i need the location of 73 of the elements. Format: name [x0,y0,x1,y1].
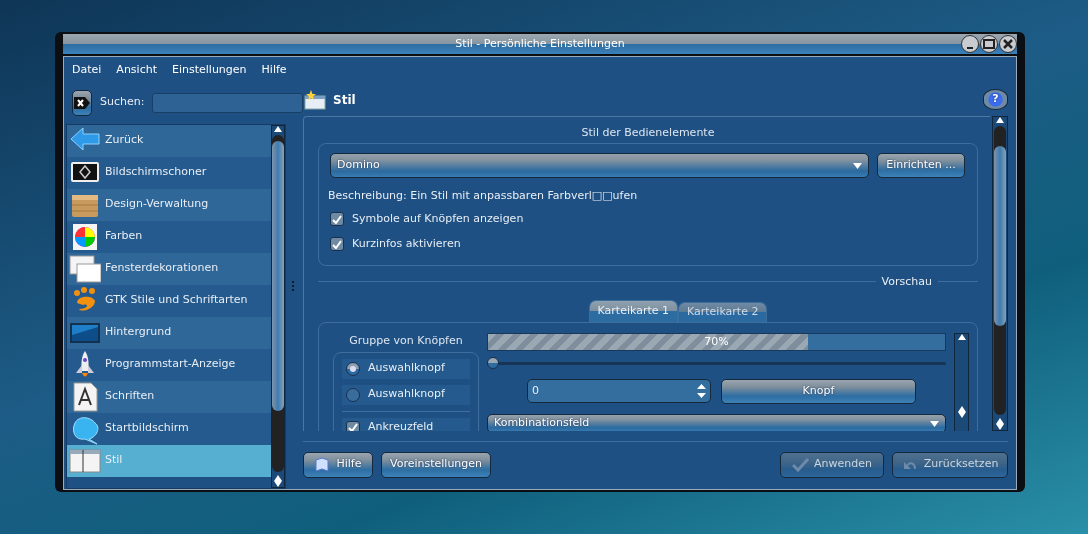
checkbox[interactable] [346,420,360,431]
scroll-down-arrow-icon [957,412,966,418]
minimize-icon[interactable] [961,35,979,53]
sidebar-item[interactable]: Startbildschirm [67,412,271,445]
checkmark-icon [348,423,358,431]
sidebar-item[interactable]: GTK Stile und Schriftarten [67,284,271,317]
window-title: Stil - Persönliche Einstellungen [455,35,625,52]
scroll-down-arrow-icon [274,481,282,487]
checkbox[interactable] [330,237,344,251]
checkbox-label: Symbole auf Knöpfen anzeigen [352,210,524,227]
menu-item[interactable]: Hilfe [261,62,287,79]
sidebar-item[interactable]: Schriften [67,380,271,413]
radio-button[interactable] [346,361,360,376]
dropdown-arrow-icon [930,420,939,427]
scroll-up-arrow-icon [274,475,282,481]
scroll-up-arrow-icon [996,116,1004,123]
combo-box[interactable]: Kombinationsfeld [487,414,946,431]
sidebar-item[interactable]: Design-Verwaltung [67,188,271,221]
sidebar-item[interactable]: Bildschirmschoner [67,156,271,189]
sidebar-item[interactable]: Programmstart-Anzeige [67,348,271,381]
group-title: Stil der Bedienelemente [580,124,716,141]
menu-item[interactable]: Datei [72,62,102,79]
group-title: Gruppe von Knöpfen [348,333,464,349]
sidebar-item[interactable]: Fensterdekorationen [67,252,271,285]
push-button[interactable]: Knopf [721,379,916,404]
description-text: Beschreibung: Ein Stil mit anpassbaren Farbverl□□ufen [328,188,639,204]
style-dropdown[interactable]: Domino [330,153,869,178]
sidebar-item[interactable]: Farben [67,220,271,253]
page-title: Stil [333,91,356,109]
slider-thumb[interactable] [487,357,499,369]
dialog-button[interactable]: Voreinstellungen [381,451,492,478]
spin-box[interactable]: 0 [527,379,711,403]
maximize-icon[interactable] [980,35,998,53]
section-title: Vorschau [881,273,932,290]
scrollbar[interactable] [271,124,285,488]
radio-button[interactable] [346,387,360,402]
close-icon[interactable] [999,35,1017,53]
checkbox[interactable] [330,212,344,226]
scrollbar[interactable] [992,115,1008,431]
checkbox-label: Kurzinfos aktivieren [352,235,461,252]
menu-item[interactable]: Ansicht [116,62,157,79]
progress-reading: 70% [703,334,730,350]
scroll-up-arrow-icon [957,334,966,340]
scroll-up-arrow-icon [274,125,282,132]
sidebar-item[interactable]: Zurück [67,124,271,157]
checkmark-icon [792,456,810,473]
tab[interactable]: Karteikarte 1 [588,300,678,322]
clear-icon [73,95,91,110]
dropdown-arrow-icon [853,162,862,169]
window-star-icon [303,88,327,111]
help-button[interactable]: ? [983,89,1008,110]
sidebar-item[interactable]: Hintergrund [67,316,271,349]
windows-icon [69,252,101,285]
clear-search-button[interactable] [72,89,92,116]
splitter-handle-icon [291,281,294,292]
checkmark-icon [332,214,342,224]
search-label: Suchen: [100,94,145,111]
radio-dot-icon [350,365,356,372]
configure-button[interactable]: Einrichten ... [877,153,965,178]
radio-label: Auswahlknopf [368,360,445,377]
tab[interactable]: Karteikarte 2 [678,302,768,322]
slider[interactable] [487,357,946,369]
search-field[interactable] [152,92,304,113]
checkmark-icon [332,239,342,249]
scroll-up-arrow-icon [996,417,1004,424]
spin-arrows-icon [697,384,706,398]
scroll-down-arrow-icon [996,423,1004,430]
menu-item[interactable]: Einstellungen [172,62,247,79]
dialog-button[interactable]: Hilfe [303,451,373,478]
radio-label: Auswahlknopf [368,386,445,403]
scroll-up-arrow-icon [957,406,966,412]
checkbox-label: Ankreuzfeld [368,419,434,431]
scrollbar[interactable] [954,333,969,431]
